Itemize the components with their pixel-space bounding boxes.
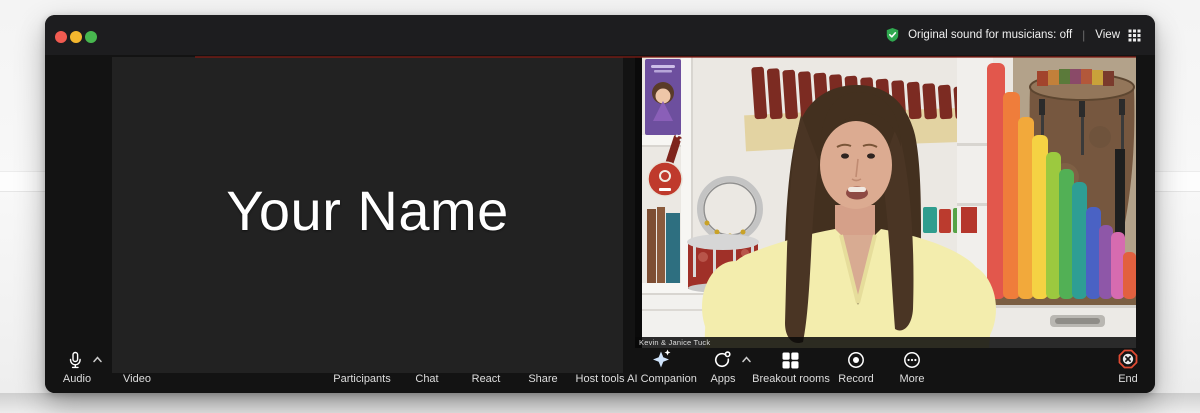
desktop-background-floor — [0, 393, 1200, 413]
teeth — [848, 187, 866, 192]
title-bar: Original sound for musicians: off | View — [45, 15, 1155, 55]
speaker-video-feed — [635, 57, 1136, 348]
toolbar-more-button[interactable]: More — [899, 373, 924, 385]
more-ellipsis-icon[interactable] — [902, 350, 922, 370]
original-sound-status[interactable]: Original sound for musicians: off — [908, 29, 1072, 41]
toolbar-audio-button[interactable]: Audio — [63, 373, 91, 385]
view-button[interactable]: View — [1095, 29, 1120, 41]
toolbar-breakout-rooms-button[interactable]: Breakout rooms — [752, 373, 830, 385]
shelf-books — [647, 207, 680, 283]
apps-chevron-up-icon[interactable] — [742, 356, 751, 363]
zoom-meeting-window: Original sound for musicians: off | View… — [45, 15, 1155, 393]
breakout-grid-icon[interactable] — [781, 351, 800, 370]
audio-chevron-up-icon[interactable] — [93, 356, 102, 363]
self-display-name: Your Name — [226, 178, 509, 242]
toolbar-participants-button[interactable]: Participants — [333, 373, 390, 385]
speaker-name-tag: Kevin & Janice Tuck — [635, 337, 1136, 348]
shield-check-icon — [885, 27, 900, 43]
mic-icon[interactable] — [65, 350, 85, 370]
toolbar-record-button[interactable]: Record — [838, 373, 873, 385]
apps-ring-icon[interactable] — [712, 350, 732, 370]
grid-view-icon[interactable] — [1128, 29, 1141, 42]
close-button[interactable] — [55, 31, 67, 43]
meeting-toolbar: Audio Video Participants Chat React Shar… — [45, 348, 1155, 393]
end-octagon-icon[interactable] — [1117, 348, 1139, 370]
minimize-button[interactable] — [70, 31, 82, 43]
titlebar-divider: | — [1082, 28, 1086, 42]
tile-top-accent-line — [195, 56, 1136, 58]
toolbar-host-tools-button[interactable]: Host tools — [576, 373, 625, 385]
speaker-video-tile: Kevin & Janice Tuck — [635, 57, 1136, 348]
record-icon[interactable] — [846, 350, 866, 370]
eye-left — [841, 153, 849, 159]
video-left-edge — [635, 57, 642, 348]
fullscreen-button[interactable] — [85, 31, 97, 43]
toolbar-video-button[interactable]: Video — [123, 373, 151, 385]
ai-sparkle-icon[interactable] — [651, 348, 673, 370]
toolbar-share-button[interactable]: Share — [528, 373, 557, 385]
toolbar-ai-companion-button[interactable]: AI Companion — [627, 373, 697, 385]
toolbar-chat-button[interactable]: Chat — [415, 373, 438, 385]
conga-strap — [1037, 69, 1114, 86]
toolbar-end-button[interactable]: End — [1118, 373, 1138, 385]
eye-right — [867, 153, 875, 159]
self-video-tile: Your Name — [112, 57, 623, 373]
toolbar-react-button[interactable]: React — [472, 373, 501, 385]
toolbar-apps-button[interactable]: Apps — [710, 373, 735, 385]
purple-book — [645, 59, 681, 135]
